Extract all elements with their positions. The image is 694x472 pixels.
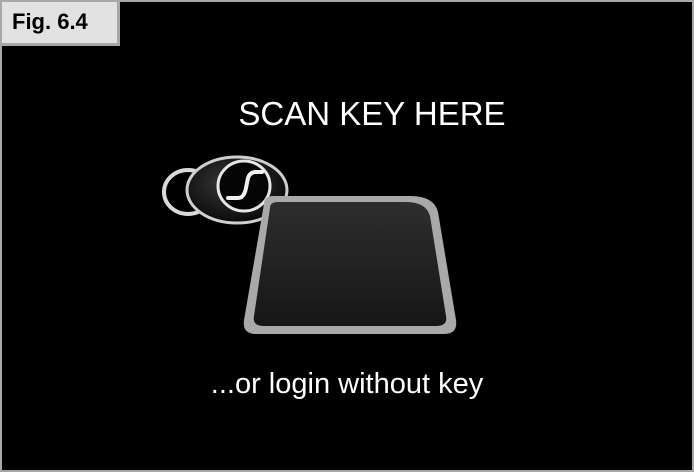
figure-frame: Fig. 6.4 SCAN KEY HERE ...or login witho… (0, 0, 694, 472)
key-reader-illustration (162, 155, 457, 334)
card-reader-pad-icon (243, 196, 457, 334)
scan-key-title: SCAN KEY HERE (238, 95, 506, 132)
figure-label: Fig. 6.4 (2, 2, 120, 46)
key-scan-area[interactable] (152, 152, 472, 352)
login-without-key-link[interactable]: ...or login without key (152, 364, 542, 404)
